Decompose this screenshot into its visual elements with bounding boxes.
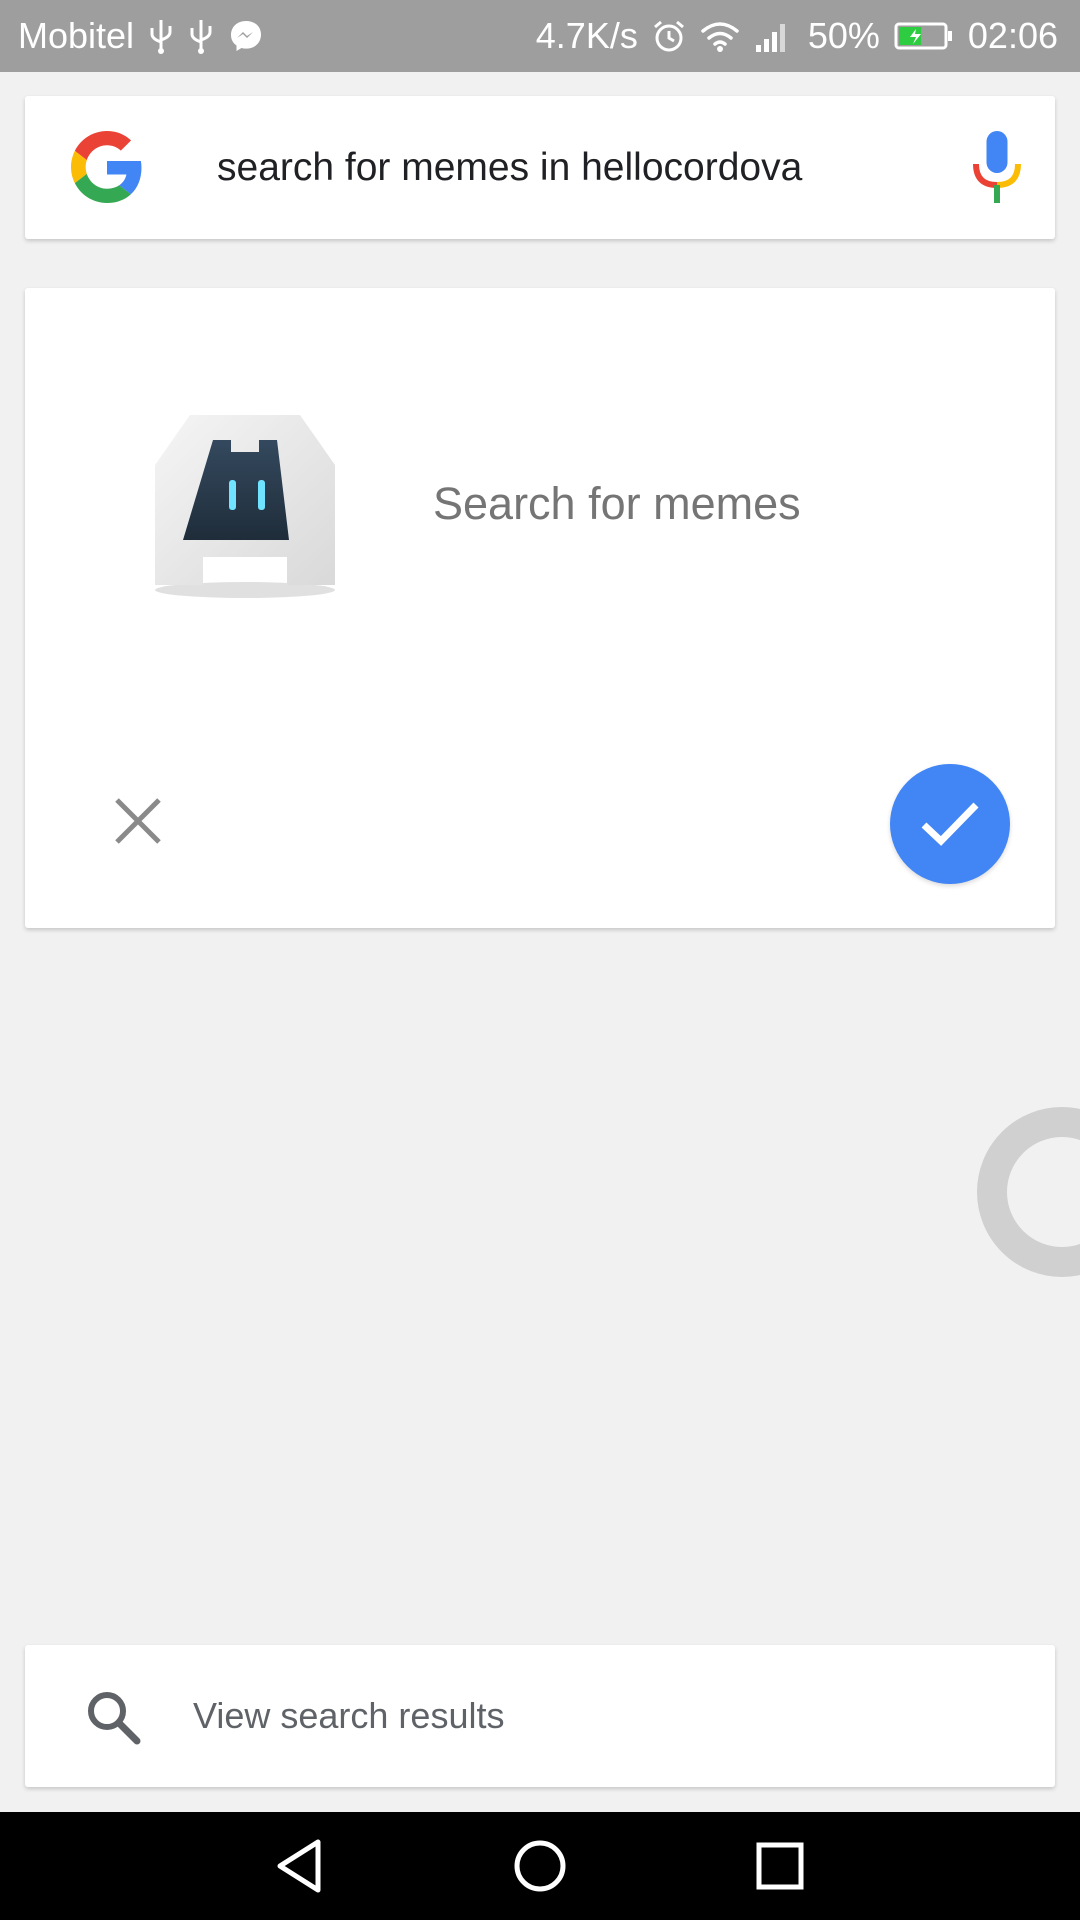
view-search-results-button[interactable]: View search results [25, 1645, 1055, 1787]
home-icon[interactable] [510, 1836, 570, 1896]
messenger-icon [228, 18, 264, 54]
status-bar-left: Mobitel [18, 15, 264, 57]
loading-spinner [977, 1107, 1080, 1277]
action-card: Search for memes [25, 288, 1055, 928]
search-query-text[interactable]: search for memes in hellocordova [217, 96, 802, 239]
alarm-icon [652, 19, 686, 53]
view-search-results-label: View search results [193, 1695, 505, 1736]
battery-charging-icon [894, 21, 954, 51]
wifi-icon [700, 19, 740, 53]
battery-percent: 50% [807, 15, 880, 56]
network-speed: 4.7K/s [535, 15, 638, 56]
usb-icon [148, 18, 174, 54]
usb-icon [188, 18, 214, 54]
recents-icon[interactable] [750, 1836, 810, 1896]
navigation-bar [0, 1812, 1080, 1920]
mic-icon[interactable] [970, 131, 1024, 203]
confirm-button[interactable] [890, 764, 1010, 884]
action-title: Search for memes [433, 478, 801, 529]
status-bar: Mobitel 4.7K/s 50% 02:06 [0, 0, 1080, 72]
close-icon[interactable] [105, 788, 171, 854]
back-icon[interactable] [270, 1836, 330, 1896]
check-icon [921, 802, 979, 846]
google-g-logo [71, 131, 142, 203]
carrier-name: Mobitel [18, 15, 135, 56]
cordova-app-icon [155, 415, 335, 598]
search-icon [88, 1692, 141, 1745]
signal-icon [754, 19, 790, 53]
search-bar[interactable]: search for memes in hellocordova [25, 96, 1055, 239]
status-bar-right: 4.7K/s 50% 02:06 [536, 15, 1058, 57]
clock: 02:06 [967, 15, 1058, 56]
